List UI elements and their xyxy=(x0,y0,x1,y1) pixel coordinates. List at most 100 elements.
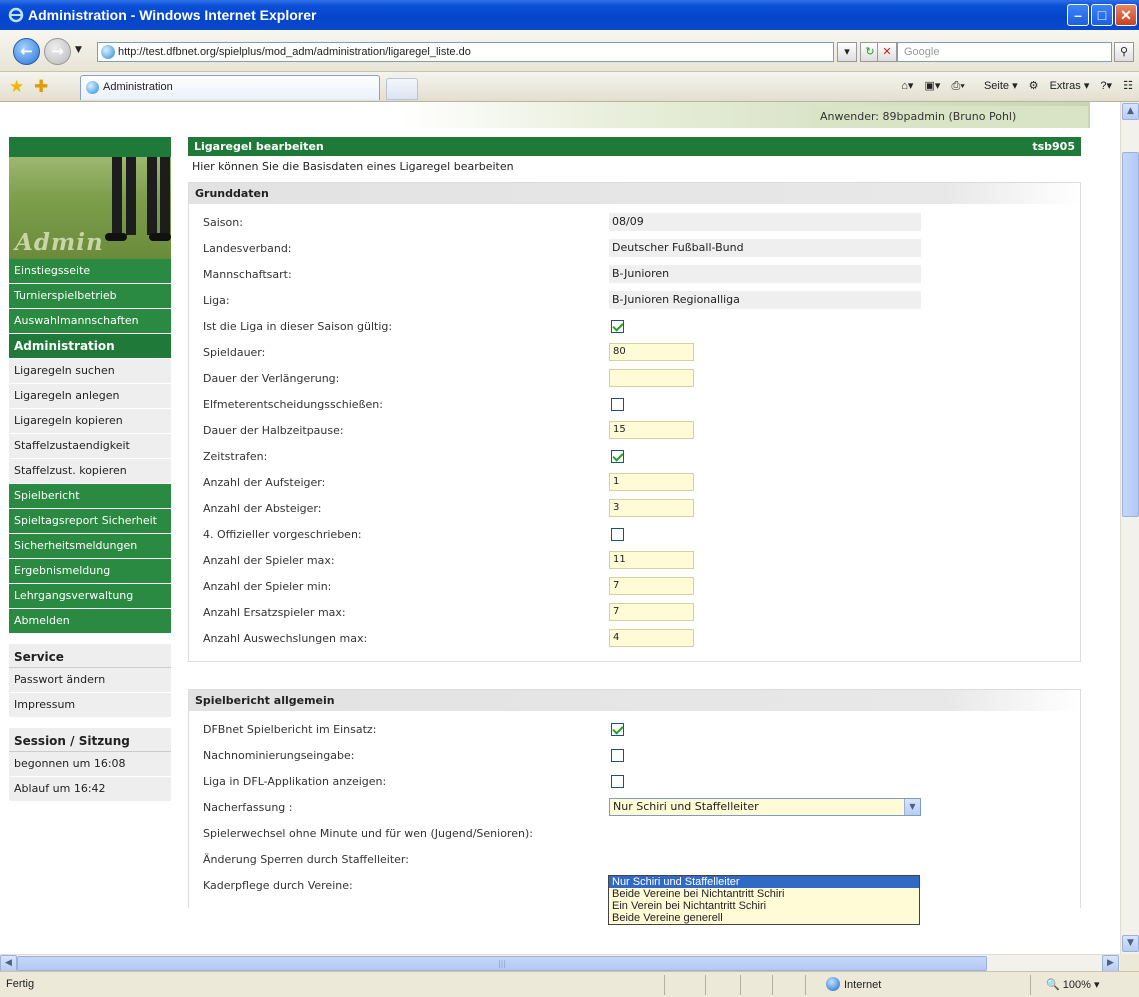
absteiger-input[interactable]: 3 xyxy=(609,499,694,517)
auswechslungen-input[interactable]: 4 xyxy=(609,629,694,647)
tools-menu-button[interactable]: ⚙ Extras ▾ xyxy=(1029,80,1090,92)
chevron-down-icon[interactable]: ▼ xyxy=(904,799,920,815)
search-input[interactable]: Google xyxy=(897,42,1112,62)
sidebar-item-auswahlmannschaften[interactable]: Auswahlmannschaften xyxy=(9,309,171,334)
sidebar-item-ergebnismeldung[interactable]: Ergebnismeldung xyxy=(9,559,171,584)
form-row: Dauer der Halbzeitpause: 15 xyxy=(189,419,1080,445)
search-icon[interactable]: ⚲ xyxy=(1114,42,1134,62)
landesverband-label: Landesverband: xyxy=(203,242,292,255)
sidebar-item-ligaregeln-kopieren[interactable]: Ligaregeln kopieren xyxy=(9,409,171,434)
ersatz-input[interactable]: 7 xyxy=(609,603,694,621)
sidebar-item-impressum[interactable]: Impressum xyxy=(9,693,171,718)
scroll-left-icon[interactable]: ◀ xyxy=(0,955,17,972)
sidebar-item-staffelzust-kopieren[interactable]: Staffelzust. kopieren xyxy=(9,459,171,484)
form-row: Landesverband: Deutscher Fußball-Bund xyxy=(189,237,1080,263)
sidebar-item-ligaregeln-anlegen[interactable]: Ligaregeln anlegen xyxy=(9,384,171,409)
home-icon[interactable]: ⌂▾ xyxy=(901,80,913,92)
spieler-max-input[interactable]: 11 xyxy=(609,551,694,569)
minimize-button[interactable]: – xyxy=(1067,4,1089,26)
horizontal-scroll-thumb[interactable]: ||| xyxy=(17,956,987,971)
favorites-star-icon[interactable]: ★ xyxy=(9,77,24,97)
sidebar-item-spielbericht[interactable]: Spielbericht xyxy=(9,484,171,509)
offizieller-checkbox[interactable] xyxy=(611,528,624,541)
forward-button[interactable]: → xyxy=(44,38,71,65)
dropdown-option[interactable]: Nur Schiri und Staffelleiter xyxy=(609,876,919,888)
form-row: Liga in DFL-Applikation anzeigen: xyxy=(189,770,1080,796)
form-row: Änderung Sperren durch Staffelleiter: xyxy=(189,848,1080,874)
vertical-scroll-thumb[interactable] xyxy=(1122,152,1139,517)
security-zone[interactable]: Internet xyxy=(826,977,881,991)
horizontal-scrollbar[interactable]: ◀ ||| ▶ xyxy=(0,954,1120,972)
grunddaten-heading: Grunddaten xyxy=(189,183,1080,204)
address-dropdown-button[interactable]: ▾ xyxy=(837,42,857,62)
sidebar-item-turnierspielbetrieb[interactable]: Turnierspielbetrieb xyxy=(9,284,171,309)
dropdown-option[interactable]: Beide Vereine bei Nichtantritt Schiri xyxy=(609,888,919,900)
address-field[interactable]: http://test.dfbnet.org/spielplus/mod_adm… xyxy=(97,42,834,62)
new-tab-button[interactable] xyxy=(386,78,418,100)
nachnominierung-label: Nachnominierungseingabe: xyxy=(203,749,355,762)
sidebar-item-einstiegsseite[interactable]: Einstiegsseite xyxy=(9,259,171,284)
form-row: Spielerwechsel ohne Minute und für wen (… xyxy=(189,822,1080,848)
add-favorites-icon[interactable]: ✚ xyxy=(34,77,48,97)
address-toolbar: ← → ▼ http://test.dfbnet.org/spielplus/m… xyxy=(0,30,1139,72)
maximize-button[interactable]: □ xyxy=(1091,4,1113,26)
stop-button[interactable]: ✕ xyxy=(877,42,897,62)
zeitstrafen-label: Zeitstrafen: xyxy=(203,450,268,463)
form-row: Anzahl Ersatzspieler max: 7 xyxy=(189,601,1080,627)
dropdown-option[interactable]: Ein Verein bei Nichtantritt Schiri xyxy=(609,900,919,912)
history-dropdown-icon[interactable]: ▼ xyxy=(75,45,82,55)
tab-administration[interactable]: Administration xyxy=(80,75,380,100)
mannschaftsart-value: B-Junioren xyxy=(609,265,921,283)
nacherfassung-label: Nacherfassung : xyxy=(203,801,293,814)
halbzeit-input[interactable]: 15 xyxy=(609,421,694,439)
form-row: Anzahl der Spieler min: 7 xyxy=(189,575,1080,601)
sidebar-top-bar xyxy=(9,137,171,157)
elfmeter-label: Elfmeterentscheidungsschießen: xyxy=(203,398,383,411)
page-menu-button[interactable]: Seite ▾ xyxy=(976,80,1018,92)
zeitstrafen-checkbox[interactable] xyxy=(611,450,624,463)
gueltig-checkbox[interactable] xyxy=(611,320,624,333)
nacherfassung-select[interactable]: Nur Schiri und Staffelleiter ▼ xyxy=(609,798,921,816)
sidebar-item-sicherheitsmeldungen[interactable]: Sicherheitsmeldungen xyxy=(9,534,171,559)
page-title: Ligaregel bearbeiten xyxy=(194,140,324,153)
print-icon[interactable]: ⎙▾ xyxy=(951,80,964,92)
dfbnet-checkbox[interactable] xyxy=(611,723,624,736)
close-button[interactable]: ✕ xyxy=(1115,4,1137,26)
back-button[interactable]: ← xyxy=(13,38,40,65)
zoom-level[interactable]: 🔍 100% ▾ xyxy=(1046,978,1099,991)
sidebar-item-ligaregeln-suchen[interactable]: Ligaregeln suchen xyxy=(9,359,171,384)
scroll-up-icon[interactable]: ▲ xyxy=(1122,103,1139,120)
sidebar-item-administration[interactable]: Administration xyxy=(9,334,171,359)
spieldauer-input[interactable]: 80 xyxy=(609,343,694,361)
vertical-scrollbar[interactable]: ▲ ▼ xyxy=(1120,102,1139,954)
scroll-down-icon[interactable]: ▼ xyxy=(1122,935,1139,952)
status-bar: Fertig Internet 🔍 100% ▾ xyxy=(0,971,1139,997)
auswechslungen-label: Anzahl Auswechslungen max: xyxy=(203,632,368,645)
nachnominierung-checkbox[interactable] xyxy=(611,749,624,762)
help-icon[interactable]: ?▾ xyxy=(1100,80,1112,92)
aufsteiger-input[interactable]: 1 xyxy=(609,473,694,491)
dropdown-option[interactable]: Beide Vereine generell xyxy=(609,912,919,924)
form-row: DFBnet Spielbericht im Einsatz: xyxy=(189,718,1080,744)
dfl-checkbox[interactable] xyxy=(611,775,624,788)
form-row: Zeitstrafen: xyxy=(189,445,1080,471)
page-icon xyxy=(101,45,115,59)
sidebar-item-staffelzustaendigkeit[interactable]: Staffelzustaendigkeit xyxy=(9,434,171,459)
page-viewport: Anwender: 89bpadmin (Bruno Pohl) Admin E… xyxy=(0,102,1120,954)
spieler-min-input[interactable]: 7 xyxy=(609,577,694,595)
sidebar-item-spieltagsreport[interactable]: Spieltagsreport Sicherheit xyxy=(9,509,171,534)
form-row: Anzahl Auswechslungen max: 4 xyxy=(189,627,1080,653)
sidebar-item-lehrgangsverwaltung[interactable]: Lehrgangsverwaltung xyxy=(9,584,171,609)
globe-icon xyxy=(826,977,840,991)
research-icon[interactable]: ☷ xyxy=(1123,80,1133,92)
elfmeter-checkbox[interactable] xyxy=(611,398,624,411)
offizieller-label: 4. Offizieller vorgeschrieben: xyxy=(203,528,362,541)
nacherfassung-selected: Nur Schiri und Staffelleiter xyxy=(613,800,759,813)
scroll-right-icon[interactable]: ▶ xyxy=(1102,955,1119,972)
sidebar-item-passwort-aendern[interactable]: Passwort ändern xyxy=(9,668,171,693)
verlaengerung-input[interactable] xyxy=(609,369,694,387)
feeds-icon[interactable]: ▣▾ xyxy=(924,80,940,92)
kaderpflege-label: Kaderpflege durch Vereine: xyxy=(203,879,353,892)
service-heading: Service xyxy=(9,644,171,668)
sidebar-item-abmelden[interactable]: Abmelden xyxy=(9,609,171,634)
